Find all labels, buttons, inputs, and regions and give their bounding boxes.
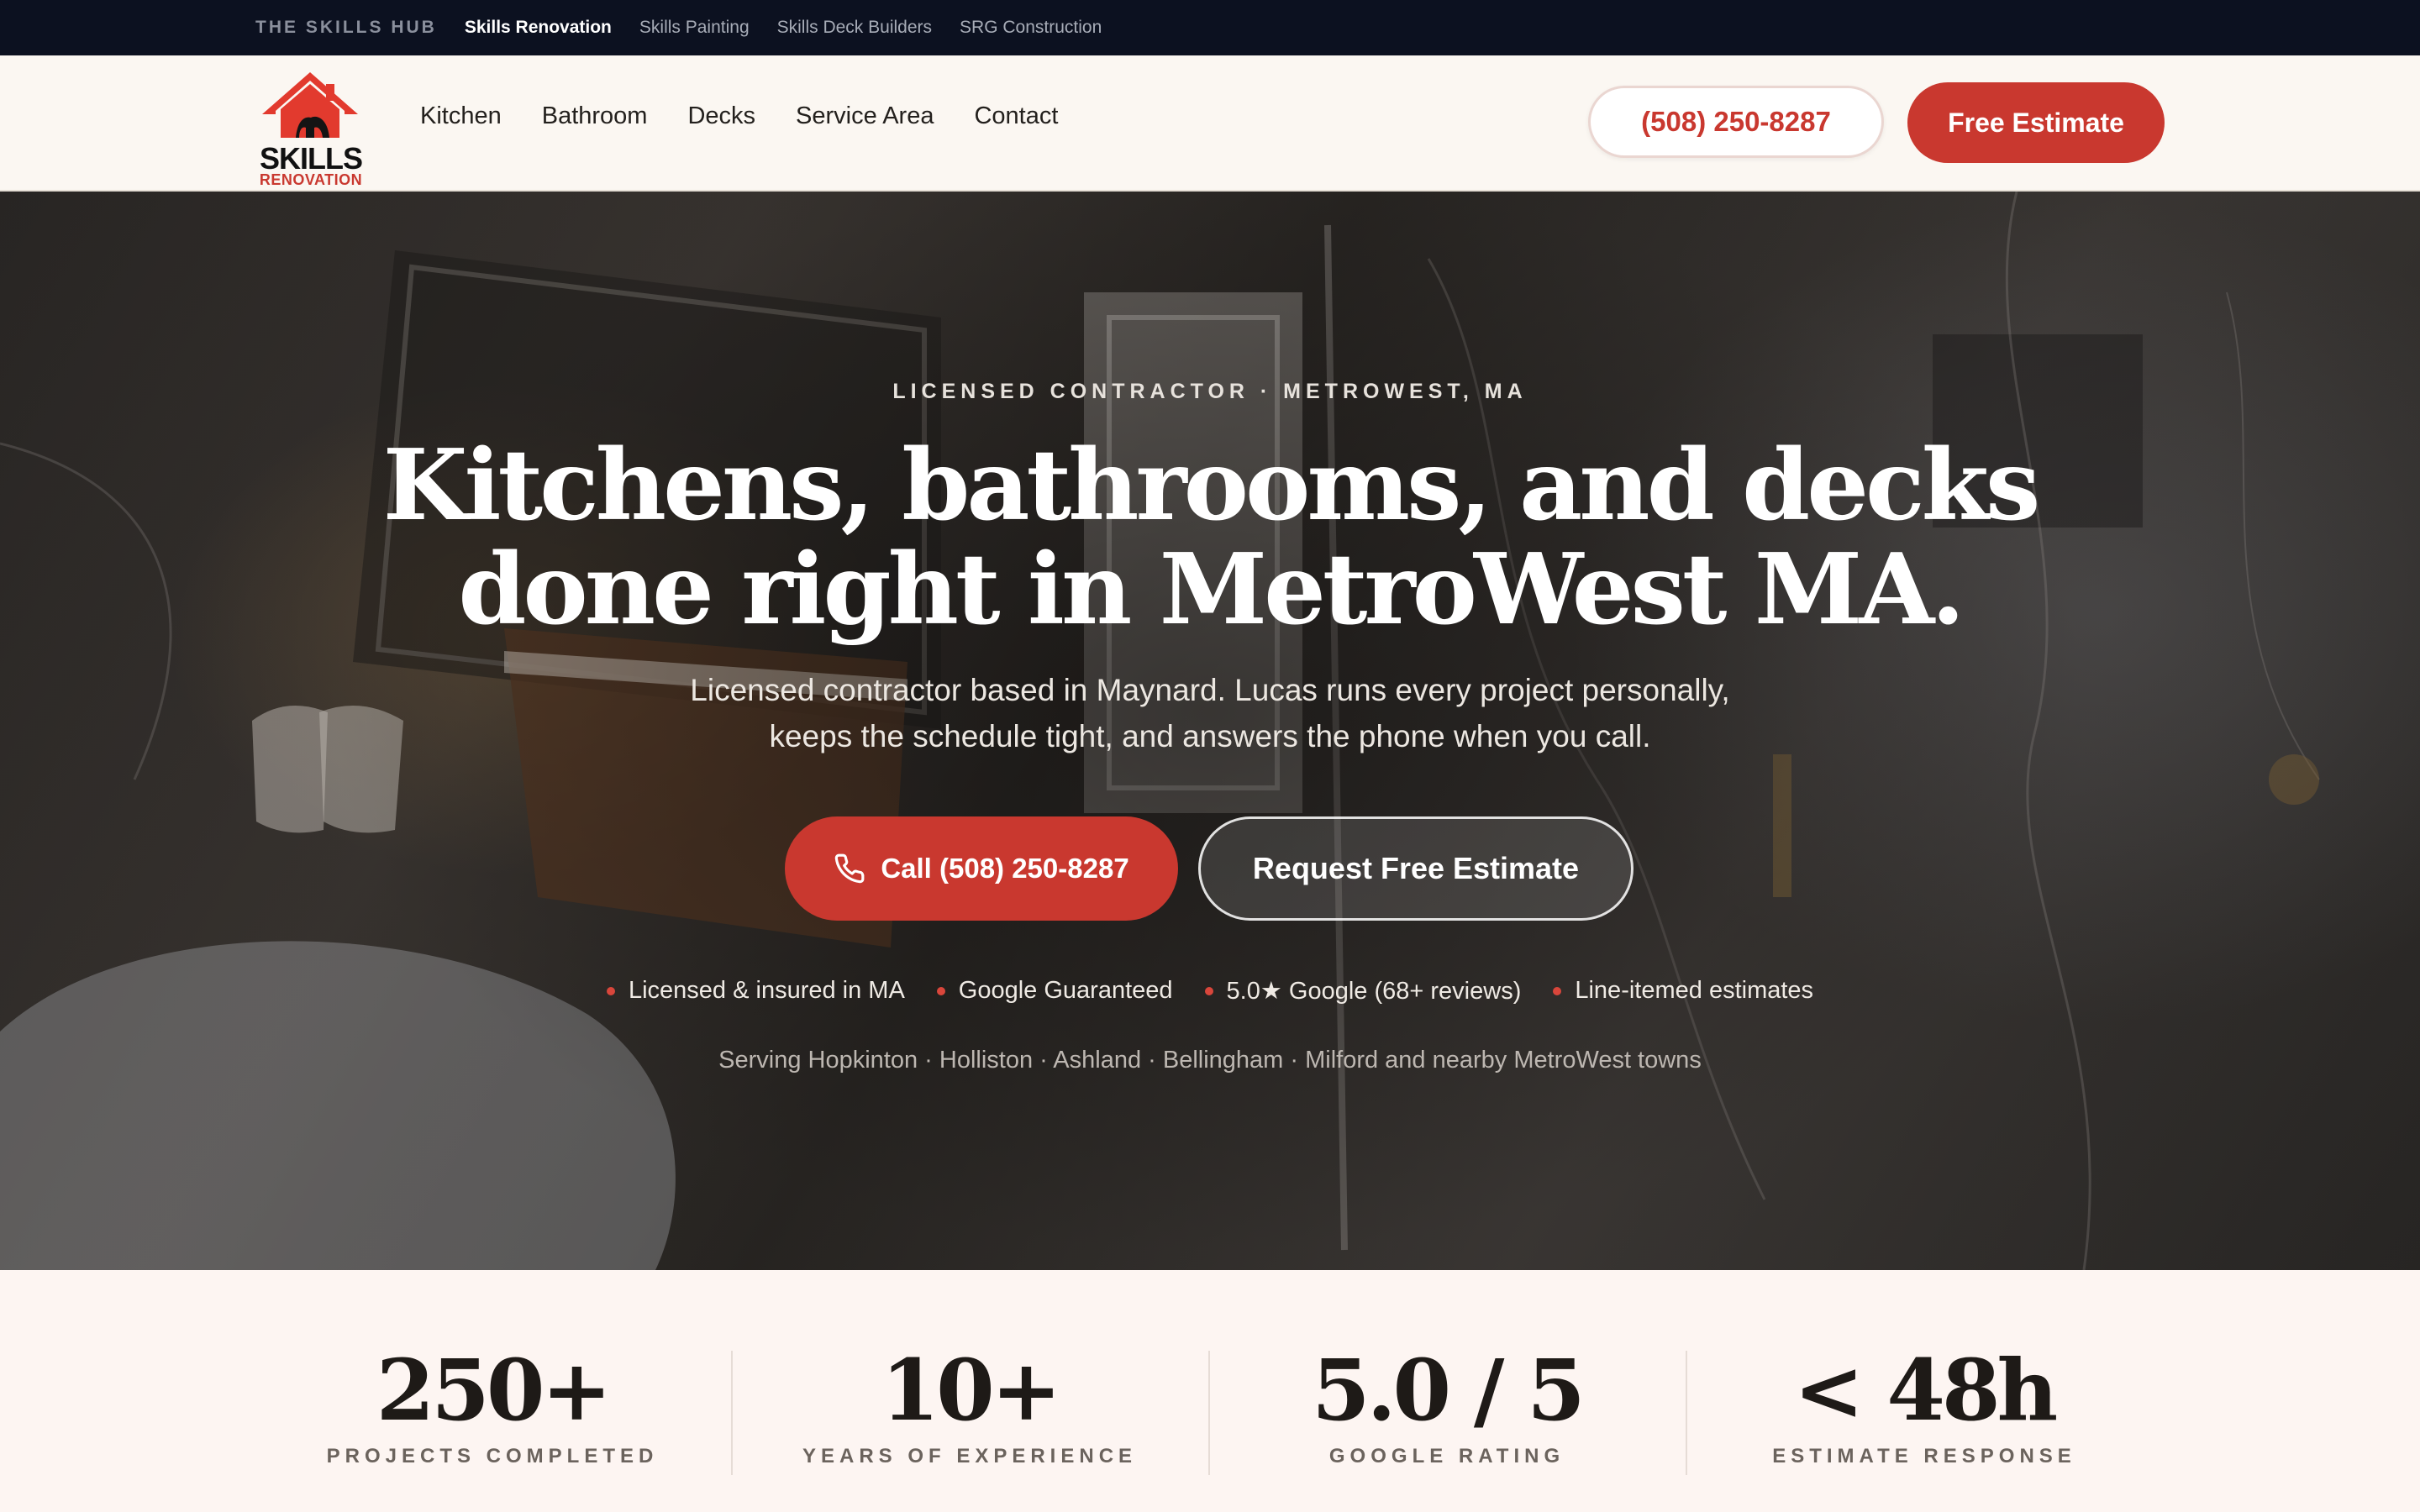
red-dot-icon (1204, 986, 1213, 995)
stat-value: 5.0 / 5 (1312, 1341, 1586, 1440)
hero-headline-line1: Kitchens, bathrooms, and decks (382, 428, 2041, 543)
stat-label: YEARS OF EXPERIENCE (802, 1445, 1138, 1467)
service-towns: Serving Hopkinton · Holliston · Ashland … (718, 1047, 1702, 1074)
nav-contact[interactable]: Contact (974, 102, 1058, 130)
call-button-label: Call (508) 250-8287 (881, 853, 1129, 884)
hero-headline-line2: done right in MetroWest MA. (458, 533, 1965, 647)
hero-subhead-line2: keeps the schedule tight, and answers th… (769, 719, 1651, 753)
hub-link-skills-painting[interactable]: Skills Painting (639, 18, 750, 38)
nav-decks[interactable]: Decks (687, 102, 755, 130)
stats-bar: 250+ PROJECTS COMPLETED 10+ YEARS OF EXP… (0, 1270, 2420, 1512)
stat-value: 10+ (881, 1341, 1062, 1440)
free-estimate-button[interactable]: Free Estimate (1907, 82, 2165, 163)
phone-icon (835, 853, 865, 884)
trust-item-label: Licensed & insured in MA (628, 977, 905, 1004)
hub-links: THE SKILLS HUB Skills Renovation Skills … (255, 18, 1102, 38)
trust-item: 5.0★ Google (68+ reviews) (1204, 976, 1522, 1005)
main-nav: Kitchen Bathroom Decks Service Area Cont… (420, 102, 1058, 130)
hub-link-skills-deck-builders[interactable]: Skills Deck Builders (777, 18, 932, 38)
hero-subhead: Licensed contractor based in Maynard. Lu… (622, 667, 1798, 759)
stat-label: ESTIMATE RESPONSE (1772, 1445, 2076, 1467)
stat-experience: 10+ YEARS OF EXPERIENCE (731, 1270, 1208, 1512)
nav-kitchen[interactable]: Kitchen (420, 102, 502, 130)
red-dot-icon (606, 986, 615, 995)
site-header: SKILLS RENOVATION Kitchen Bathroom Decks… (0, 55, 2420, 192)
house-roof-icon (262, 72, 358, 138)
nav-bathroom[interactable]: Bathroom (542, 102, 648, 130)
trust-item-label: 5.0★ Google (68+ reviews) (1226, 978, 1522, 1005)
hero: LICENSED CONTRACTOR · METROWEST, MA Kitc… (0, 192, 2420, 1270)
call-button[interactable]: Call (508) 250-8287 (785, 816, 1178, 921)
header-phone-button[interactable]: (508) 250-8287 (1588, 86, 1884, 158)
logo[interactable]: SKILLS RENOVATION (255, 71, 365, 188)
hub-link-skills-renovation[interactable]: Skills Renovation (465, 18, 612, 38)
stat-rating: 5.0 / 5 GOOGLE RATING (1208, 1270, 1686, 1512)
trust-item-label: Line-itemed estimates (1575, 977, 1814, 1004)
stat-response: < 48h ESTIMATE RESPONSE (1686, 1270, 2163, 1512)
logo-subtitle: RENOVATION (259, 171, 363, 188)
nav-service-area[interactable]: Service Area (796, 102, 934, 130)
trust-badges: Licensed & insured in MA Google Guarante… (0, 976, 2420, 1005)
red-dot-icon (1553, 986, 1562, 995)
stat-value: < 48h (1793, 1341, 2058, 1440)
trust-item-label: Google Guaranteed (958, 977, 1173, 1004)
stat-label: PROJECTS COMPLETED (326, 1445, 659, 1467)
trust-item: Line-itemed estimates (1553, 976, 1813, 1005)
red-dot-icon (936, 986, 945, 995)
hub-link-srg-construction[interactable]: SRG Construction (960, 18, 1102, 38)
hero-subhead-line1: Licensed contractor based in Maynard. Lu… (690, 673, 1730, 707)
stat-value: 250+ (376, 1341, 613, 1440)
trust-item: Google Guaranteed (936, 976, 1173, 1005)
stat-projects: 250+ PROJECTS COMPLETED (254, 1270, 731, 1512)
hero-eyebrow: LICENSED CONTRACTOR · METROWEST, MA (892, 380, 1528, 403)
request-estimate-button[interactable]: Request Free Estimate (1198, 816, 1634, 921)
stat-label: GOOGLE RATING (1328, 1445, 1565, 1467)
trust-item: Licensed & insured in MA (606, 976, 905, 1005)
hub-bar: THE SKILLS HUB Skills Renovation Skills … (0, 0, 2420, 55)
hero-headline: Kitchens, bathrooms, and decks done righ… (370, 433, 2050, 642)
hub-title: THE SKILLS HUB (255, 18, 437, 37)
